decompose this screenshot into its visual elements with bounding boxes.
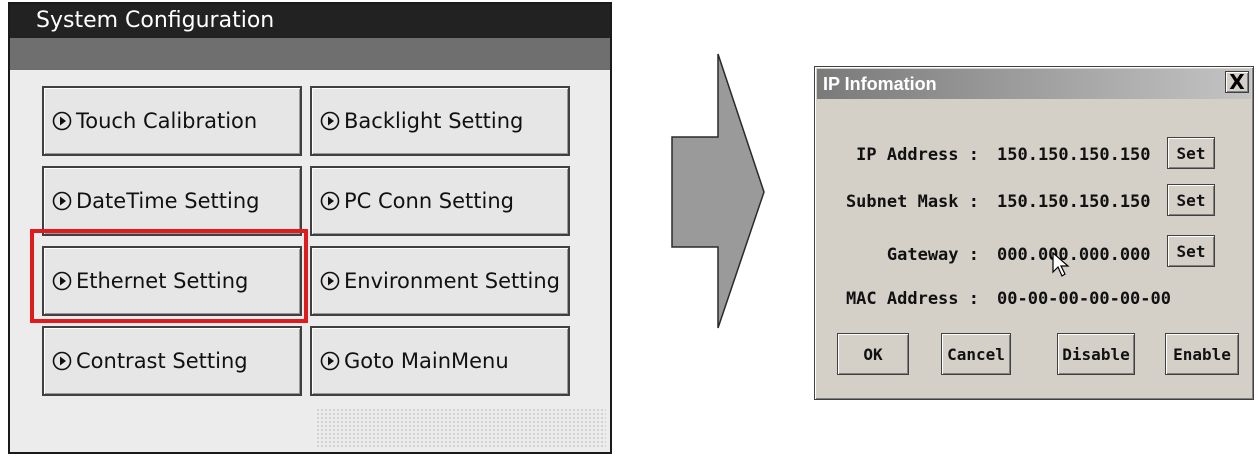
circle-play-icon bbox=[320, 271, 340, 291]
dialog-title: IP Infomation bbox=[817, 69, 1251, 99]
subnet-mask-set-button[interactable]: Set bbox=[1167, 184, 1215, 216]
button-label: Contrast Setting bbox=[76, 349, 248, 373]
goto-mainmenu-button[interactable]: Goto MainMenu bbox=[310, 326, 570, 396]
mouse-cursor-icon bbox=[1052, 252, 1070, 277]
title-subbar bbox=[10, 38, 610, 70]
button-label: Environment Setting bbox=[344, 269, 560, 293]
circle-play-icon bbox=[320, 351, 340, 371]
button-label: PC Conn Setting bbox=[344, 189, 514, 213]
button-label: Backlight Setting bbox=[344, 109, 524, 133]
circle-play-icon bbox=[320, 191, 340, 211]
button-label: Goto MainMenu bbox=[344, 349, 509, 373]
mac-address-value: 00-00-00-00-00-00 bbox=[997, 289, 1171, 309]
dotted-pattern bbox=[316, 408, 606, 448]
right-arrow-icon bbox=[671, 53, 765, 329]
gateway-value[interactable]: 000.000.000.000 bbox=[997, 245, 1151, 265]
ip-address-label: IP Address : bbox=[856, 145, 979, 165]
window-title: System Configuration bbox=[10, 4, 610, 38]
ip-address-value[interactable]: 150.150.150.150 bbox=[997, 145, 1151, 165]
mac-address-label: MAC Address : bbox=[845, 289, 979, 309]
close-button[interactable]: X bbox=[1225, 71, 1249, 93]
button-label: DateTime Setting bbox=[76, 189, 260, 213]
ok-button[interactable]: OK bbox=[837, 333, 909, 375]
disable-button[interactable]: Disable bbox=[1057, 333, 1135, 375]
system-configuration-window: System Configuration Touch Calibration B… bbox=[8, 2, 612, 454]
datetime-setting-button[interactable]: DateTime Setting bbox=[42, 166, 302, 236]
gateway-set-button[interactable]: Set bbox=[1167, 235, 1215, 267]
ethernet-highlight-box bbox=[30, 229, 308, 323]
enable-button[interactable]: Enable bbox=[1165, 333, 1239, 375]
button-label: Touch Calibration bbox=[76, 109, 258, 133]
backlight-setting-button[interactable]: Backlight Setting bbox=[310, 86, 570, 156]
environment-setting-button[interactable]: Environment Setting bbox=[310, 246, 570, 316]
touch-calibration-button[interactable]: Touch Calibration bbox=[42, 86, 302, 156]
subnet-mask-label: Subnet Mask : bbox=[845, 192, 979, 212]
gateway-label: Gateway : bbox=[886, 245, 979, 265]
circle-play-icon bbox=[52, 351, 72, 371]
circle-play-icon bbox=[320, 111, 340, 131]
ip-information-dialog: IP Infomation X IP Address : 150.150.150… bbox=[814, 66, 1254, 400]
circle-play-icon bbox=[52, 111, 72, 131]
ip-address-set-button[interactable]: Set bbox=[1167, 137, 1215, 169]
subnet-mask-value[interactable]: 150.150.150.150 bbox=[997, 192, 1151, 212]
circle-play-icon bbox=[52, 191, 72, 211]
contrast-setting-button[interactable]: Contrast Setting bbox=[42, 326, 302, 396]
pc-conn-setting-button[interactable]: PC Conn Setting bbox=[310, 166, 570, 236]
cancel-button[interactable]: Cancel bbox=[941, 333, 1011, 375]
